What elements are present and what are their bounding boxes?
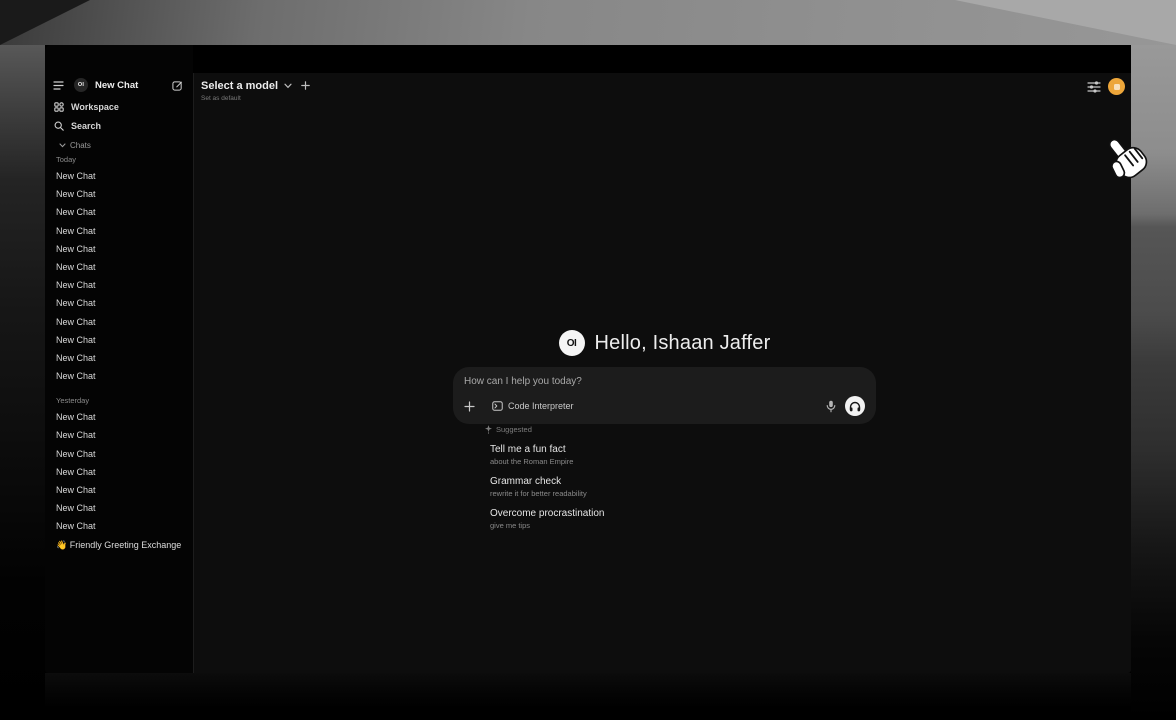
chat-list-item[interactable]: New Chat xyxy=(45,167,193,185)
set-as-default-link[interactable]: Set as default xyxy=(201,95,241,102)
chat-list-item[interactable]: New Chat xyxy=(45,445,193,463)
controls-sliders-icon[interactable] xyxy=(1087,81,1101,93)
workspace-label: Workspace xyxy=(71,102,119,112)
new-chat-icon[interactable] xyxy=(172,80,183,91)
greeting-block: OI Hello, Ishaan Jaffer xyxy=(453,328,876,358)
chat-group-yesterday: Yesterday New ChatNew ChatNew ChatNew Ch… xyxy=(45,393,193,535)
suggested-prompt-title: Grammar check xyxy=(490,475,785,488)
microphone-icon[interactable] xyxy=(826,400,836,413)
desktop: { "app": { "avatar_color": "#eda63a", "w… xyxy=(0,0,1176,720)
wallpaper-right xyxy=(1131,45,1176,720)
sidebar-item-search[interactable]: Search xyxy=(45,116,193,135)
chat-list-yesterday: New ChatNew ChatNew ChatNew ChatNew Chat… xyxy=(45,408,193,535)
suggested-prompt[interactable]: Overcome procrastination give me tips xyxy=(485,507,785,531)
app-logo-icon: OI xyxy=(559,330,585,356)
suggested-prompt[interactable]: Grammar check rewrite it for better read… xyxy=(485,475,785,499)
code-interpreter-icon xyxy=(492,401,503,411)
app-logo-icon: OI xyxy=(74,78,88,92)
sidebar-item-workspace[interactable]: Workspace xyxy=(45,97,193,116)
user-avatar[interactable] xyxy=(1108,78,1125,95)
search-icon xyxy=(54,121,64,131)
chat-list-item[interactable]: New Chat xyxy=(45,463,193,481)
chat-list-item[interactable]: New Chat xyxy=(45,331,193,349)
message-composer[interactable]: How can I help you today? Code Interpret… xyxy=(453,367,876,424)
message-input[interactable]: How can I help you today? xyxy=(464,376,865,387)
code-interpreter-toggle[interactable]: Code Interpreter xyxy=(492,401,574,411)
chat-list-item[interactable]: New Chat xyxy=(45,499,193,517)
chat-list-item[interactable]: New Chat xyxy=(45,258,193,276)
chat-list-today: New ChatNew ChatNew ChatNew ChatNew Chat… xyxy=(45,167,193,385)
chat-group-label: Yesterday xyxy=(45,393,193,408)
suggested-prompt-title: Overcome procrastination xyxy=(490,507,785,520)
search-label: Search xyxy=(71,121,101,131)
chat-list-item[interactable]: New Chat xyxy=(45,517,193,535)
suggested-section: Suggested Tell me a fun fact about the R… xyxy=(485,423,785,531)
wallpaper-left xyxy=(0,45,45,720)
chat-group-today: Today New ChatNew ChatNew ChatNew ChatNe… xyxy=(45,152,193,385)
chat-list-item[interactable]: New Chat xyxy=(45,426,193,444)
model-selector[interactable]: Select a model xyxy=(201,77,310,94)
model-selector-label: Select a model xyxy=(201,80,278,92)
suggested-prompt-subtitle: about the Roman Empire xyxy=(490,456,785,467)
chat-list-item[interactable]: New Chat xyxy=(45,276,193,294)
chat-list-item[interactable]: New Chat xyxy=(45,203,193,221)
suggested-label: Suggested xyxy=(496,425,532,434)
chats-section-label: Chats xyxy=(70,141,91,150)
chat-list-item-named[interactable]: 👋 Friendly Greeting Exchange xyxy=(45,536,193,554)
main-panel: Select a model Set as default OI Hello, … xyxy=(193,73,1131,673)
chat-list-item[interactable]: New Chat xyxy=(45,408,193,426)
chat-list-item[interactable]: New Chat xyxy=(45,222,193,240)
chat-group-label: Today xyxy=(45,152,193,167)
chat-list-item[interactable]: New Chat xyxy=(45,185,193,203)
sidebar-header: OI New Chat xyxy=(45,73,193,97)
app-window: OI New Chat Workspace Search xyxy=(45,45,1131,673)
suggested-header: Suggested xyxy=(485,423,785,435)
suggested-prompt[interactable]: Tell me a fun fact about the Roman Empir… xyxy=(485,443,785,467)
headphones-icon xyxy=(849,401,861,412)
attach-plus-icon[interactable] xyxy=(464,401,475,412)
sidebar-title: New Chat xyxy=(95,80,172,91)
add-model-icon[interactable] xyxy=(301,81,310,90)
voice-call-button[interactable] xyxy=(845,396,865,416)
greeting-text: Hello, Ishaan Jaffer xyxy=(595,332,771,355)
chevron-down-icon xyxy=(284,83,292,89)
sparkle-icon xyxy=(485,425,492,434)
chat-list-item[interactable]: New Chat xyxy=(45,367,193,385)
code-interpreter-label: Code Interpreter xyxy=(508,401,574,411)
sidebar: OI New Chat Workspace Search xyxy=(45,45,193,673)
chats-section-toggle[interactable]: Chats xyxy=(45,138,193,152)
header-actions xyxy=(1087,78,1125,95)
chat-list-item[interactable]: New Chat xyxy=(45,349,193,367)
chat-list-item[interactable]: New Chat xyxy=(45,481,193,499)
sidebar-toggle-icon[interactable] xyxy=(53,81,64,90)
suggested-prompt-title: Tell me a fun fact xyxy=(490,443,785,456)
suggested-prompt-subtitle: rewrite it for better readability xyxy=(490,488,785,499)
chat-list-item[interactable]: New Chat xyxy=(45,294,193,312)
suggested-list: Tell me a fun fact about the Roman Empir… xyxy=(485,443,785,531)
grid-icon xyxy=(54,102,64,112)
wallpaper-bottom xyxy=(45,673,1131,720)
suggested-prompt-subtitle: give me tips xyxy=(490,520,785,531)
composer-toolbar: Code Interpreter xyxy=(464,396,865,416)
chevron-down-icon xyxy=(59,143,66,148)
chat-list-item[interactable]: New Chat xyxy=(45,240,193,258)
chat-list-item[interactable]: New Chat xyxy=(45,313,193,331)
